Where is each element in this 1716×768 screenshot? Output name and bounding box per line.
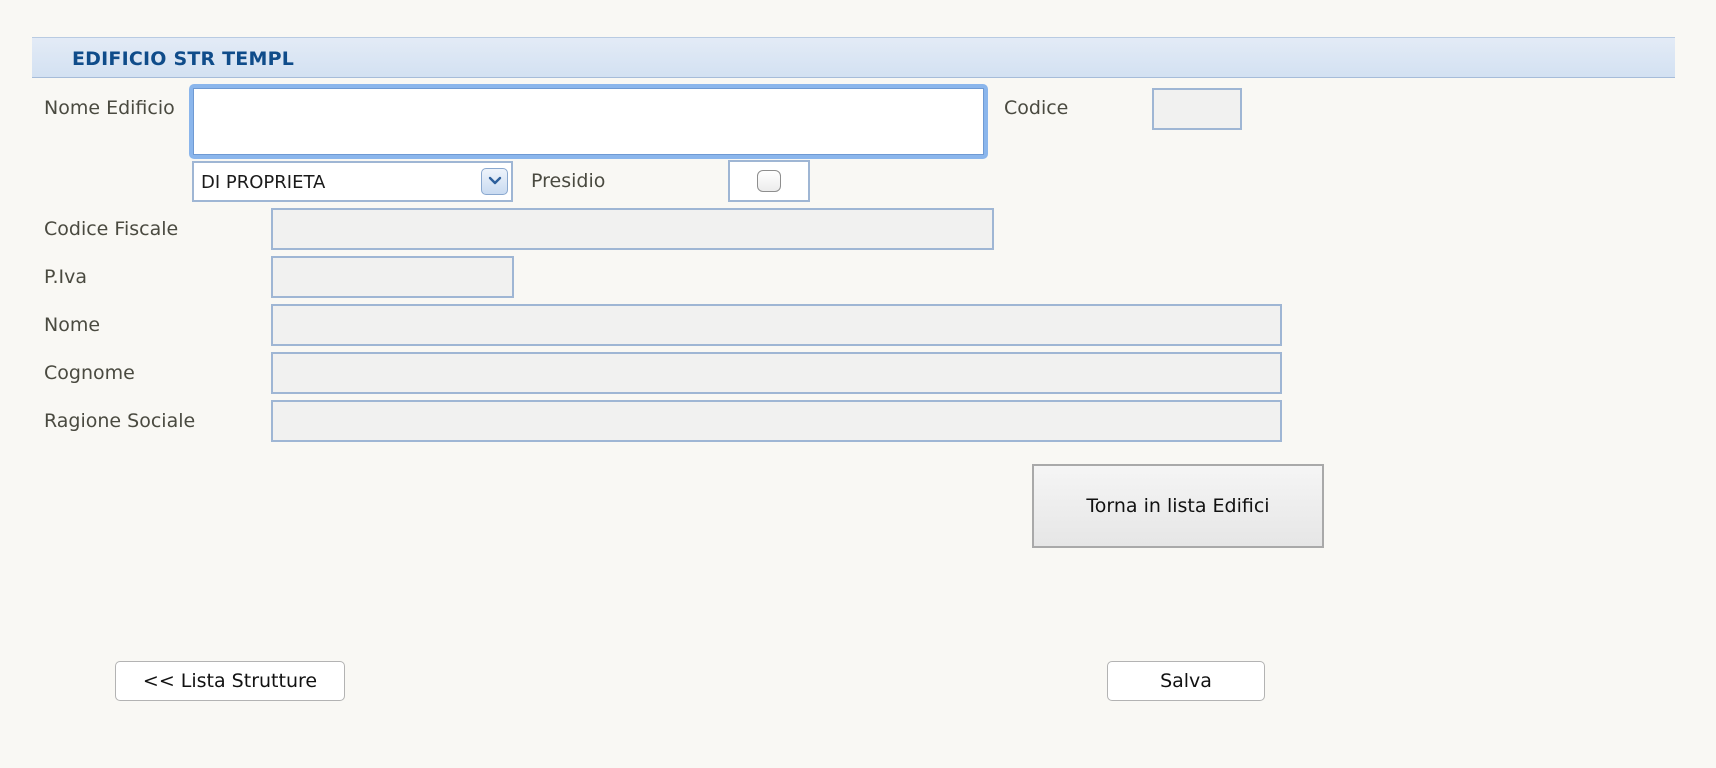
section-title: EDIFICIO STR TEMPL [72, 48, 295, 70]
nome-edificio-value[interactable] [193, 88, 984, 155]
lista-strutture-button[interactable]: << Lista Strutture [115, 661, 345, 701]
torna-lista-edifici-button[interactable]: Torna in lista Edifici [1032, 464, 1324, 548]
codice-input[interactable] [1152, 88, 1242, 130]
presidio-checkbox-container [728, 160, 810, 202]
tipo-select[interactable]: DI PROPRIETA [192, 161, 513, 202]
cognome-label: Cognome [44, 362, 135, 384]
piva-input[interactable] [271, 256, 514, 298]
salva-button[interactable]: Salva [1107, 661, 1265, 701]
nome-edificio-input[interactable] [189, 84, 988, 159]
presidio-checkbox[interactable] [757, 170, 781, 192]
cognome-input[interactable] [271, 352, 1282, 394]
nome-edificio-label: Nome Edificio [44, 97, 175, 119]
piva-label: P.Iva [44, 266, 88, 288]
tipo-select-value: DI PROPRIETA [201, 172, 326, 193]
section-header: EDIFICIO STR TEMPL [32, 37, 1675, 78]
ragione-sociale-label: Ragione Sociale [44, 410, 196, 432]
nome-input[interactable] [271, 304, 1282, 346]
codice-fiscale-input[interactable] [271, 208, 994, 250]
edificio-form-page: EDIFICIO STR TEMPL Nome Edificio Codice … [0, 0, 1716, 768]
codice-label: Codice [1004, 97, 1069, 119]
presidio-label: Presidio [531, 170, 606, 192]
nome-label: Nome [44, 314, 101, 336]
ragione-sociale-input[interactable] [271, 400, 1282, 442]
codice-fiscale-label: Codice Fiscale [44, 218, 179, 240]
chevron-down-icon[interactable] [481, 168, 508, 195]
